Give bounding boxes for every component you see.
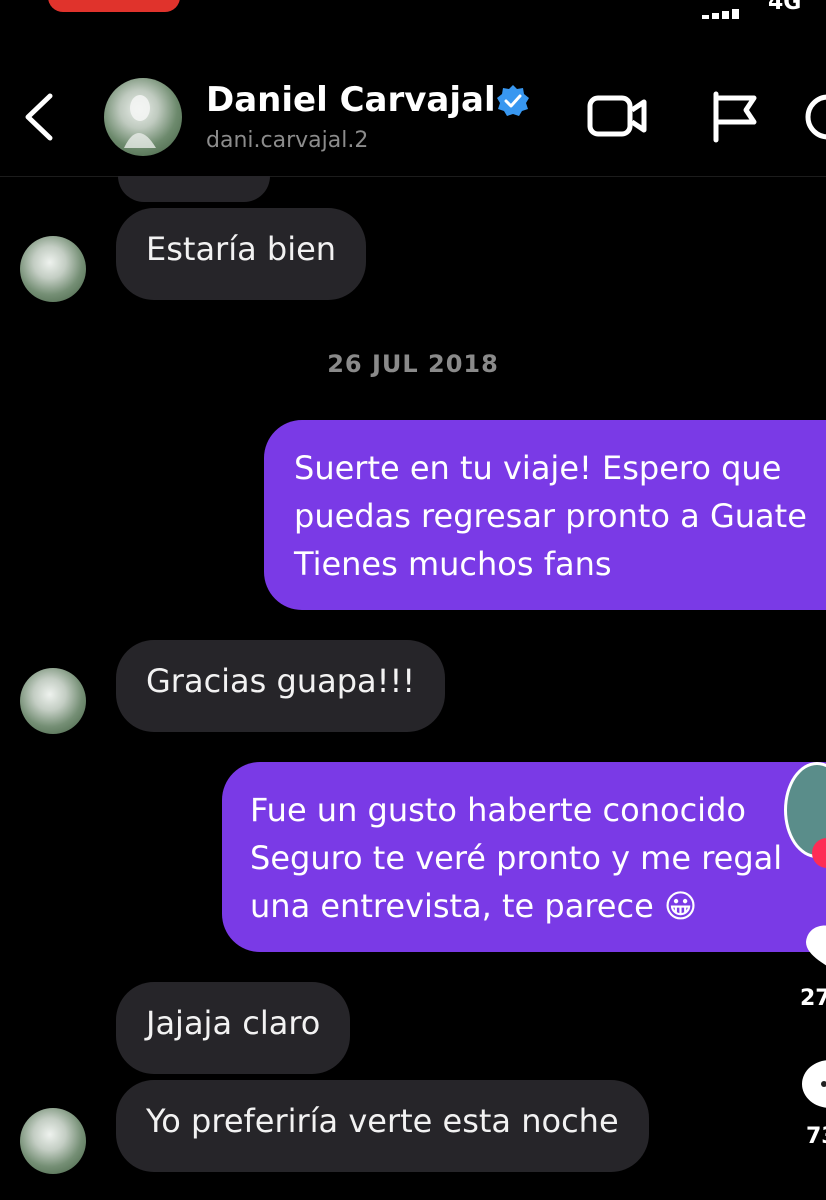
date-separator: 26 JUL 2018 — [327, 350, 499, 378]
video-call-icon[interactable] — [586, 92, 650, 140]
incoming-message[interactable]: Estaría bien — [116, 208, 367, 300]
info-icon[interactable] — [800, 92, 826, 142]
incoming-message[interactable]: Gracias guapa!!! — [116, 640, 446, 732]
message-line: Suerte en tu viaje! Espero que — [294, 449, 782, 487]
comment-count: 73 — [806, 1124, 826, 1149]
message-text: Jajaja claro — [146, 1004, 321, 1042]
incoming-message[interactable]: Jajaja claro — [116, 982, 351, 1074]
status-pill — [48, 0, 180, 12]
message-line: puedas regresar pronto a Guate — [294, 497, 807, 535]
heart-icon[interactable] — [800, 918, 826, 974]
back-icon[interactable] — [20, 92, 60, 142]
flag-icon[interactable] — [706, 88, 762, 144]
like-count: 27 — [800, 986, 826, 1011]
contact-name[interactable]: Daniel Carvajal — [206, 80, 496, 120]
sender-avatar — [20, 236, 86, 302]
message-line: Fue un gusto haberte conocido — [250, 791, 746, 829]
verified-badge-icon — [496, 84, 530, 118]
contact-username: dani.carvajal.2 — [206, 128, 369, 153]
sender-avatar — [20, 668, 86, 734]
message-text: Gracias guapa!!! — [146, 662, 416, 700]
outgoing-message[interactable]: Fue un gusto haberte conocido Seguro te … — [222, 762, 826, 952]
message-text: Estaría bien — [146, 230, 337, 268]
message-line: Seguro te veré pronto y me regal — [250, 839, 783, 877]
comment-icon[interactable] — [800, 1058, 826, 1114]
message-line: una entrevista, te parece 😀 — [250, 887, 698, 925]
previous-message-bubble — [118, 176, 270, 202]
network-label: 4G — [768, 0, 802, 15]
message-line: Tienes muchos fans — [294, 545, 612, 583]
signal-icon — [702, 0, 762, 19]
message-text: Yo preferiría verte esta noche — [146, 1102, 619, 1140]
outgoing-message[interactable]: Suerte en tu viaje! Espero que puedas re… — [264, 420, 826, 610]
profile-avatar[interactable] — [104, 78, 182, 156]
sender-avatar — [20, 1108, 86, 1174]
incoming-message[interactable]: Yo preferiría verte esta noche — [116, 1080, 649, 1172]
